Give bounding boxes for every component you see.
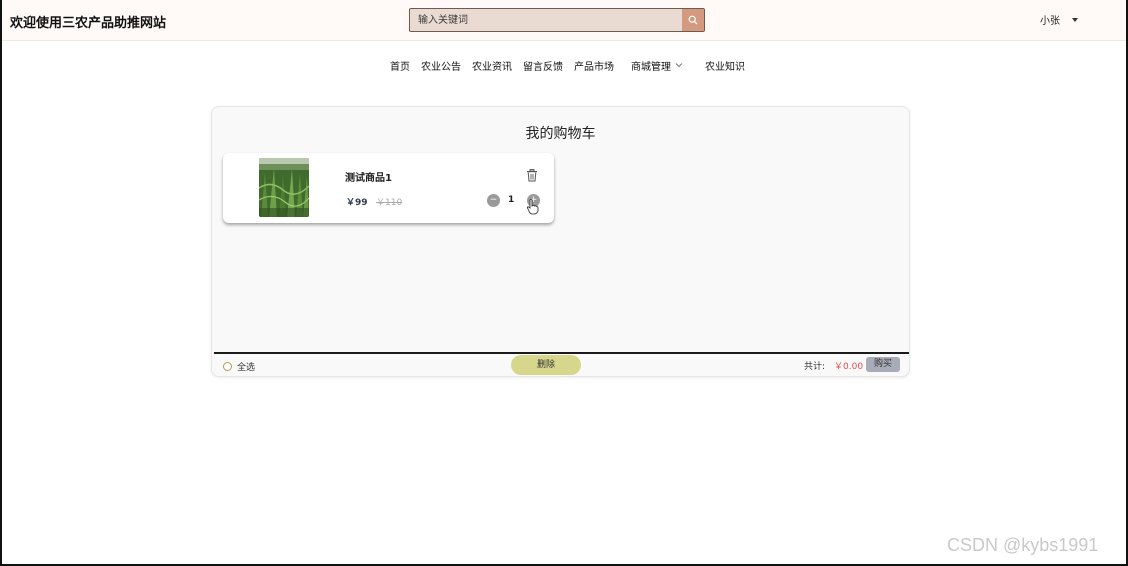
- main-nav: 首页 农业公告 农业资讯 留言反馈 产品市场 商城管理 农业知识: [390, 58, 756, 73]
- cart-item: 测试商品1 ￥99 ￥110 − 1 +: [223, 153, 554, 223]
- total-label: 共计:: [804, 362, 826, 372]
- nav-item-label: 商城管理: [631, 61, 671, 73]
- footer-divider: [214, 352, 909, 354]
- nav-item-market[interactable]: 产品市场: [574, 58, 614, 73]
- product-price: ￥99: [346, 198, 368, 208]
- caret-down-icon: [1072, 17, 1078, 22]
- product-image: [259, 158, 309, 217]
- product-name: 测试商品1: [345, 173, 392, 184]
- search-icon: [688, 15, 698, 25]
- site-title: 欢迎使用三农产品助推网站: [10, 16, 167, 31]
- select-all-control[interactable]: 全选: [223, 360, 255, 373]
- nav-item-home[interactable]: 首页: [390, 58, 410, 73]
- top-header: 欢迎使用三农产品助推网站 小张: [0, 0, 1128, 41]
- trash-icon[interactable]: [526, 169, 538, 182]
- delete-button[interactable]: 删除: [511, 355, 581, 375]
- nav-item-knowledge[interactable]: 农业知识: [705, 58, 745, 73]
- select-all-radio[interactable]: [223, 362, 232, 371]
- total-value: ￥0.00: [834, 362, 864, 372]
- user-menu[interactable]: 小张: [1040, 12, 1078, 27]
- select-all-label: 全选: [237, 363, 256, 373]
- nav-item-announcements[interactable]: 农业公告: [421, 58, 461, 73]
- watermark: CSDN @kybs1991: [947, 535, 1099, 555]
- cart-panel: 我的购物车 测试商品1 ￥99 ￥110 − 1 + 全选 删除 共计: ￥0.…: [211, 106, 910, 377]
- hand-cursor-icon: [527, 199, 539, 215]
- search-bar: [409, 8, 705, 32]
- quantity-decrease-button[interactable]: −: [487, 194, 500, 207]
- cart-title: 我的购物车: [525, 126, 596, 142]
- search-input[interactable]: [410, 9, 683, 31]
- buy-button[interactable]: 购买: [866, 357, 900, 372]
- quantity-value: 1: [508, 195, 515, 205]
- user-name: 小张: [1040, 16, 1060, 27]
- nav-item-feedback[interactable]: 留言反馈: [523, 58, 563, 73]
- nav-item-news[interactable]: 农业资讯: [472, 58, 512, 73]
- chevron-down-icon: [675, 63, 683, 68]
- nav-item-shop-management[interactable]: 商城管理: [631, 58, 683, 73]
- product-original-price: ￥110: [376, 198, 403, 208]
- search-button[interactable]: [682, 9, 704, 31]
